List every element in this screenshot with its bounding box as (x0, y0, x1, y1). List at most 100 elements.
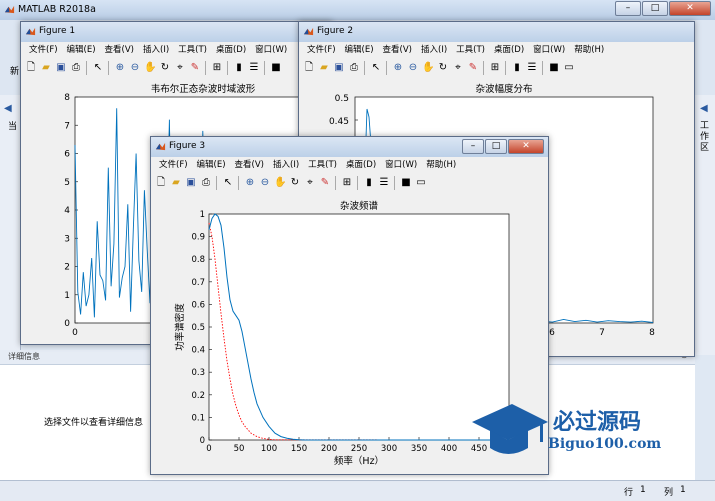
figure3-xtick-label: 300 (381, 444, 397, 454)
brush-icon[interactable]: ✎ (467, 62, 479, 74)
pan-icon[interactable]: ✋ (144, 62, 156, 74)
new-figure-icon[interactable]: 🗋 (25, 62, 37, 74)
dock-icon[interactable]: ▭ (563, 62, 575, 74)
rotate-icon[interactable]: ↻ (289, 177, 301, 189)
figure2-xtick-8: 8 (649, 328, 655, 338)
open-icon[interactable]: ▰ (318, 62, 330, 74)
menu-window[interactable]: 窗口(W) (385, 157, 417, 173)
menu-insert[interactable]: 插入(I) (143, 42, 169, 58)
menu-insert[interactable]: 插入(I) (273, 157, 299, 173)
link-icon[interactable]: ⊞ (341, 177, 353, 189)
brush-icon[interactable]: ✎ (319, 177, 331, 189)
menu-help[interactable]: 帮助(H) (574, 42, 604, 58)
workspace-tab[interactable]: 工作区 (700, 121, 711, 154)
figure3-title-bar: Figure 3 – □ ✕ (151, 137, 548, 157)
print-icon[interactable]: ⎙ (348, 62, 360, 74)
data-cursor-icon[interactable]: ⌖ (174, 62, 186, 74)
menu-window[interactable]: 窗口(W) (533, 42, 565, 58)
menu-window[interactable]: 窗口(W) (255, 42, 287, 58)
figure1-ytick-label: 2 (64, 263, 70, 273)
dock-icon[interactable]: ▭ (415, 177, 427, 189)
colorbar-icon[interactable]: ▮ (511, 62, 523, 74)
print-icon[interactable]: ⎙ (70, 62, 82, 74)
pan-icon[interactable]: ✋ (422, 62, 434, 74)
menu-edit[interactable]: 编辑(E) (67, 42, 96, 58)
rotate-icon[interactable]: ↻ (437, 62, 449, 74)
save-icon[interactable]: ▣ (55, 62, 67, 74)
collapse-arrow-icon[interactable]: ◀ (4, 103, 12, 114)
expand-arrow-icon[interactable]: ◀ (700, 103, 708, 114)
link-icon[interactable]: ⊞ (211, 62, 223, 74)
brush-icon[interactable]: ✎ (189, 62, 201, 74)
pointer-icon[interactable]: ↖ (222, 177, 234, 189)
menu-view[interactable]: 查看(V) (235, 157, 264, 173)
legend-icon[interactable]: ☰ (526, 62, 538, 74)
figure2-xtick-7: 7 (599, 328, 605, 338)
pan-icon[interactable]: ✋ (274, 177, 286, 189)
hide-tools-icon[interactable]: ■ (548, 62, 560, 74)
colorbar-icon[interactable]: ▮ (233, 62, 245, 74)
colorbar-icon[interactable]: ▮ (363, 177, 375, 189)
figure3-xtick-label: 400 (441, 444, 457, 454)
figure3-window-controls: – □ ✕ (461, 139, 544, 155)
menu-file[interactable]: 文件(F) (159, 157, 188, 173)
open-icon[interactable]: ▰ (170, 177, 182, 189)
menu-tools[interactable]: 工具(T) (178, 42, 207, 58)
figure3-xtick-label: 200 (321, 444, 337, 454)
legend-icon[interactable]: ☰ (378, 177, 390, 189)
menu-desktop[interactable]: 桌面(D) (346, 157, 376, 173)
menu-desktop[interactable]: 桌面(D) (216, 42, 246, 58)
menu-view[interactable]: 查看(V) (105, 42, 134, 58)
main-title-text: MATLAB R2018a (18, 4, 96, 15)
hide-tools-icon[interactable]: ■ (400, 177, 412, 189)
new-button-label[interactable]: 新 (10, 64, 19, 77)
menu-tools[interactable]: 工具(T) (308, 157, 337, 173)
zoom-out-icon[interactable]: ⊖ (259, 177, 271, 189)
current-folder-tab[interactable]: 当 (8, 119, 17, 132)
menu-edit[interactable]: 编辑(E) (197, 157, 226, 173)
figure3-toolbar: 🗋 ▰ ▣ ⎙ ↖ ⊕ ⊖ ✋ ↻ ⌖ ✎ ⊞ ▮ ☰ ■ ▭ (153, 174, 546, 193)
figure1-title: Figure 1 (39, 26, 76, 36)
menu-insert[interactable]: 插入(I) (421, 42, 447, 58)
pointer-icon[interactable]: ↖ (92, 62, 104, 74)
zoom-in-icon[interactable]: ⊕ (392, 62, 404, 74)
menu-desktop[interactable]: 桌面(D) (494, 42, 524, 58)
data-cursor-icon[interactable]: ⌖ (452, 62, 464, 74)
menu-help[interactable]: 帮助(H) (426, 157, 456, 173)
close-button[interactable]: ✕ (508, 139, 544, 154)
minimize-button[interactable]: – (462, 139, 484, 154)
col-value: 1 (680, 485, 686, 495)
maximize-button[interactable]: □ (642, 1, 668, 16)
print-icon[interactable]: ⎙ (200, 177, 212, 189)
close-button[interactable]: ✕ (669, 1, 711, 16)
menu-file[interactable]: 文件(F) (29, 42, 58, 58)
zoom-in-icon[interactable]: ⊕ (114, 62, 126, 74)
figure1-ytick-label: 6 (64, 150, 70, 160)
figure3-xtick-label: 350 (411, 444, 427, 454)
menu-file[interactable]: 文件(F) (307, 42, 336, 58)
rotate-icon[interactable]: ↻ (159, 62, 171, 74)
save-icon[interactable]: ▣ (185, 177, 197, 189)
figure3-xtick-label: 0 (206, 444, 211, 454)
new-figure-icon[interactable]: 🗋 (155, 177, 167, 189)
hide-tools-icon[interactable]: ■ (270, 62, 282, 74)
minimize-button[interactable]: – (615, 1, 641, 16)
menu-view[interactable]: 查看(V) (383, 42, 412, 58)
pointer-icon[interactable]: ↖ (370, 62, 382, 74)
figure3-ytick-label: 0.8 (191, 255, 205, 265)
zoom-in-icon[interactable]: ⊕ (244, 177, 256, 189)
legend-icon[interactable]: ☰ (248, 62, 260, 74)
maximize-button[interactable]: □ (485, 139, 507, 154)
data-cursor-icon[interactable]: ⌖ (304, 177, 316, 189)
figure3-xtick-label: 50 (234, 444, 245, 454)
menu-tools[interactable]: 工具(T) (456, 42, 485, 58)
open-icon[interactable]: ▰ (40, 62, 52, 74)
figure3-ytick-label: 0.2 (191, 391, 205, 401)
zoom-out-icon[interactable]: ⊖ (129, 62, 141, 74)
figure2-toolbar: 🗋 ▰ ▣ ⎙ ↖ ⊕ ⊖ ✋ ↻ ⌖ ✎ ⊞ ▮ ☰ ■ ▭ (301, 59, 692, 78)
save-icon[interactable]: ▣ (333, 62, 345, 74)
zoom-out-icon[interactable]: ⊖ (407, 62, 419, 74)
new-figure-icon[interactable]: 🗋 (303, 62, 315, 74)
menu-edit[interactable]: 编辑(E) (345, 42, 374, 58)
link-icon[interactable]: ⊞ (489, 62, 501, 74)
